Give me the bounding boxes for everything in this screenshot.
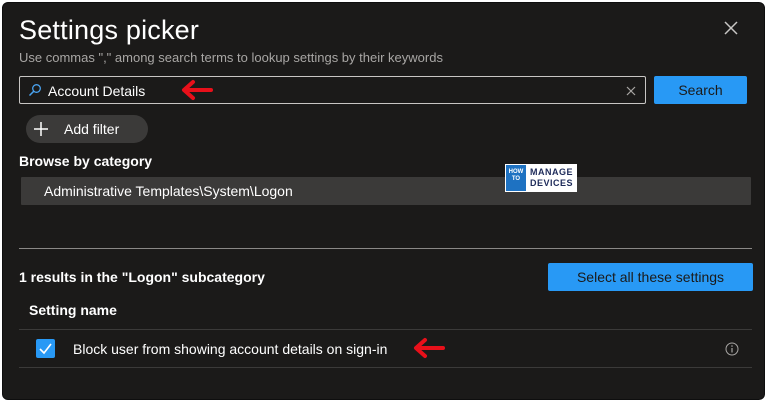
add-filter-button[interactable]: Add filter — [26, 115, 148, 143]
dialog-title: Settings picker — [19, 15, 200, 45]
info-icon[interactable] — [725, 342, 739, 356]
column-header-setting-name: Setting name — [29, 302, 117, 318]
dialog-subtitle: Use commas "," among search terms to loo… — [19, 50, 443, 65]
setting-checkbox[interactable] — [36, 339, 55, 358]
howtomanagedevices-logo: HOW TO MANAGE DEVICES — [505, 164, 577, 192]
annotation-arrow-icon — [182, 80, 213, 100]
category-label: Administrative Templates\System\Logon — [44, 183, 293, 199]
close-icon[interactable] — [721, 18, 741, 38]
settings-picker-dialog: Settings picker Use commas "," among sea… — [2, 2, 765, 400]
table-header-divider — [19, 329, 752, 330]
section-divider — [19, 248, 752, 249]
category-item-logon[interactable]: Administrative Templates\System\Logon — [21, 177, 751, 205]
table-row[interactable]: Block user from showing account details … — [19, 331, 752, 367]
browse-by-category-heading: Browse by category — [19, 153, 153, 169]
search-icon — [28, 83, 42, 97]
search-button[interactable]: Search — [654, 76, 747, 104]
results-summary: 1 results in the "Logon" subcategory — [19, 269, 265, 285]
logo-left-text: HOW TO — [506, 165, 526, 191]
annotation-arrow-icon — [414, 338, 445, 358]
search-input-value: Account Details — [48, 83, 146, 99]
select-all-settings-button[interactable]: Select all these settings — [548, 263, 753, 291]
logo-right-text: MANAGE DEVICES — [526, 165, 576, 191]
plus-icon — [34, 122, 48, 136]
table-row-divider — [19, 367, 752, 368]
clear-icon[interactable] — [625, 84, 637, 96]
setting-name: Block user from showing account details … — [73, 341, 388, 357]
add-filter-label: Add filter — [64, 121, 120, 137]
search-input[interactable]: Account Details — [19, 76, 646, 104]
